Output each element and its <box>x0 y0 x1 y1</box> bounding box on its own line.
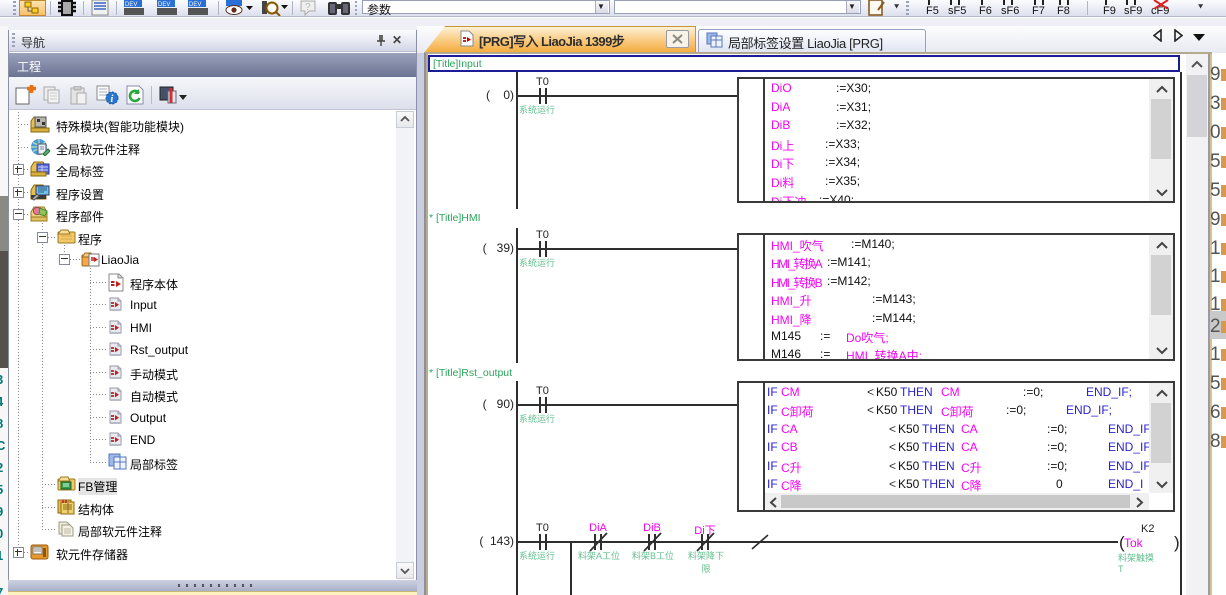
svg-text:DEV: DEV <box>189 2 201 8</box>
svg-text:DEV: DEV <box>158 2 170 8</box>
svg-text:?: ? <box>305 2 311 13</box>
svg-text:i: i <box>111 94 114 105</box>
svg-text:DEV: DEV <box>125 2 137 8</box>
